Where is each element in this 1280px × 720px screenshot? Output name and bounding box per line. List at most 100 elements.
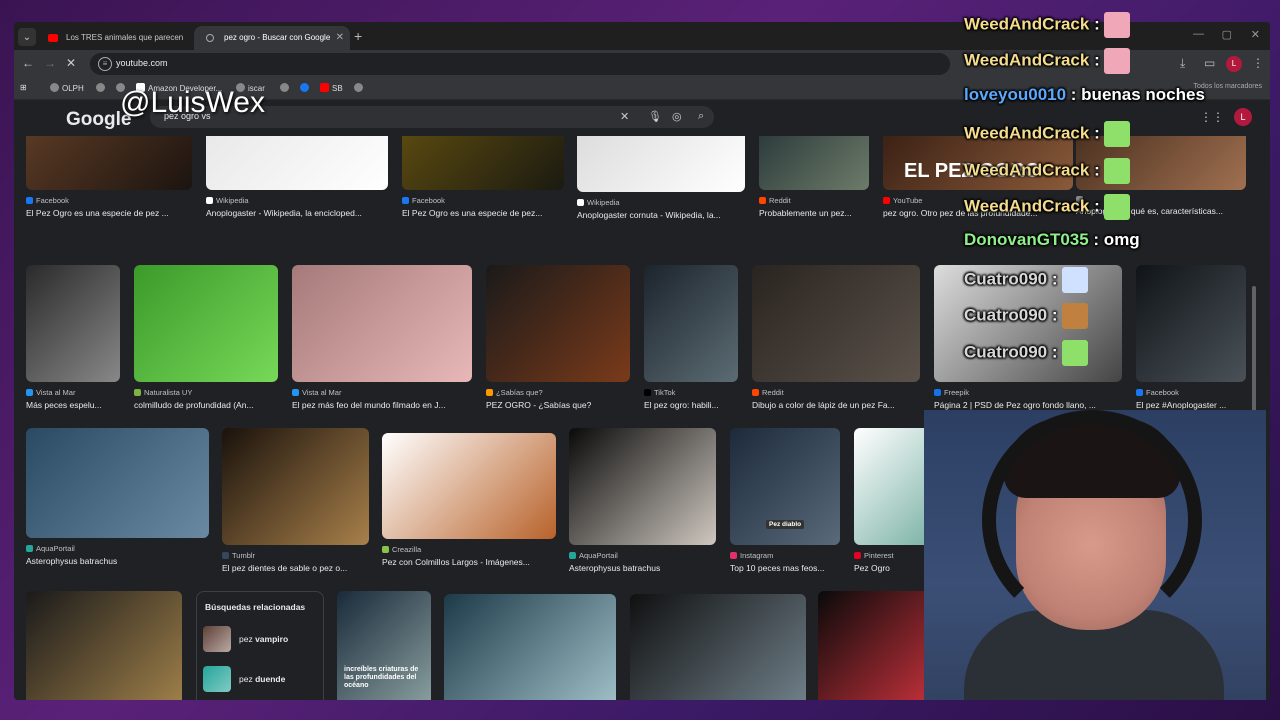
result-title[interactable]: Dibujo a color de lápiz de un pez Fa... xyxy=(752,400,920,410)
result-thumbnail[interactable] xyxy=(630,594,806,700)
image-result-card[interactable]: Freepik xyxy=(818,591,928,700)
result-title[interactable]: Top 10 peces mas feos... xyxy=(730,563,840,573)
image-result-card[interactable]: Instagram Top 10 peces mas feos... xyxy=(730,428,840,573)
result-thumbnail[interactable] xyxy=(26,428,209,538)
image-result-card[interactable]: Wikipedia Anoplogaster cornuta - Wikipedi… xyxy=(577,136,745,220)
result-thumbnail[interactable] xyxy=(759,136,869,190)
result-source[interactable]: Freepik xyxy=(934,388,1122,397)
result-source[interactable]: Reddit xyxy=(759,196,869,205)
result-title[interactable]: El pez ogro: habili... xyxy=(644,400,738,410)
result-thumbnail[interactable] xyxy=(26,265,120,382)
image-result-card[interactable]: Naturalista UY colmilludo de profundidad … xyxy=(134,265,278,410)
result-title[interactable]: El pez dientes de sable o pez o... xyxy=(222,563,369,573)
result-source[interactable]: Naturalista UY xyxy=(134,388,278,397)
result-source[interactable]: Tumblr xyxy=(222,551,369,560)
bookmark-facebook[interactable] xyxy=(300,83,312,93)
image-result-card[interactable]: Tumblr El pez dientes de sable o pez o... xyxy=(222,428,369,573)
result-title[interactable]: Asterophysus batrachus xyxy=(26,556,209,566)
bookmark-sb[interactable]: SB xyxy=(320,83,343,93)
image-result-card[interactable]: Facebook El Pez Ogro es una especie de pe… xyxy=(402,136,564,218)
result-source[interactable]: AquaPortail xyxy=(26,544,209,553)
search-icon[interactable]: ⌕ xyxy=(698,110,704,123)
result-title[interactable]: El Pez Ogro es una especie de pez ... xyxy=(26,208,192,218)
result-title[interactable]: Pez con Colmillos Largos - Imágenes... xyxy=(382,557,556,567)
result-source[interactable]: Creazilla xyxy=(382,545,556,554)
related-item-vampiro[interactable]: pez vampiro xyxy=(201,622,319,656)
result-thumbnail[interactable] xyxy=(26,136,192,190)
tab-youtube[interactable]: Los TRES animales que parecen ✕ xyxy=(36,26,212,50)
image-result-card[interactable]: LA NATURALEZA EN CASA xyxy=(26,591,182,700)
tab-google-search[interactable]: pez ogro - Buscar con Google ✕ xyxy=(194,26,350,50)
sidepanel-icon[interactable]: ▭ xyxy=(1204,56,1215,70)
menu-icon[interactable]: ⋮ xyxy=(1252,56,1264,70)
result-title[interactable]: PEZ OGRO - ¿Sabías que? xyxy=(486,400,630,410)
result-source[interactable]: Facebook xyxy=(26,196,192,205)
related-item-duende[interactable]: pez duende xyxy=(201,662,319,696)
lens-icon[interactable]: ◎ xyxy=(672,110,682,123)
image-result-card[interactable]: YouTube xyxy=(630,594,806,700)
image-result-card[interactable]: Cerebro Digital xyxy=(444,594,616,700)
result-title[interactable]: Anoplogaster cornuta - Wikipedia, la... xyxy=(577,210,745,220)
result-thumbnail[interactable] xyxy=(292,265,472,382)
result-thumbnail[interactable] xyxy=(577,136,745,192)
apps-icon[interactable]: ⊞ xyxy=(20,83,27,92)
result-source[interactable]: TikTok xyxy=(644,388,738,397)
result-thumbnail[interactable] xyxy=(752,265,920,382)
result-thumbnail[interactable] xyxy=(569,428,716,545)
stop-button[interactable]: ✕ xyxy=(66,56,76,70)
tab-search-button[interactable]: ⌄ xyxy=(18,28,36,46)
result-title[interactable]: Página 2 | PSD de Pez ogro fondo llano, … xyxy=(934,400,1122,410)
result-thumbnail[interactable] xyxy=(644,265,738,382)
clear-icon[interactable]: ✕ xyxy=(620,110,629,123)
new-tab-button[interactable]: + xyxy=(354,28,362,44)
close-window-button[interactable]: ✕ xyxy=(1251,28,1260,41)
image-result-card[interactable]: TikTok El pez ogro: habili... xyxy=(644,265,738,410)
profile-avatar[interactable]: L xyxy=(1226,56,1242,72)
result-thumbnail[interactable] xyxy=(206,136,388,190)
result-source[interactable]: Reddit xyxy=(752,388,920,397)
google-avatar[interactable]: L xyxy=(1234,108,1252,126)
minimize-button[interactable]: — xyxy=(1193,28,1204,40)
forward-button[interactable]: → xyxy=(44,56,56,70)
result-thumbnail[interactable] xyxy=(134,265,278,382)
result-source[interactable]: ¿Sabías que? xyxy=(486,388,630,397)
microphone-icon[interactable]: 🎙 xyxy=(648,110,662,123)
result-source[interactable]: Wikipedia xyxy=(206,196,388,205)
result-thumbnail[interactable] xyxy=(444,594,616,700)
result-thumbnail[interactable] xyxy=(486,265,630,382)
result-thumbnail[interactable] xyxy=(402,136,564,190)
result-title[interactable]: Más peces espelu... xyxy=(26,400,120,410)
result-title[interactable]: Asterophysus batrachus xyxy=(569,563,716,573)
image-result-card[interactable]: AquaPortail Asterophysus batrachus xyxy=(569,428,716,573)
address-bar[interactable]: ≡ youtube.com xyxy=(90,53,950,75)
result-title[interactable]: Anoplogaster - Wikipedia, la encicloped.… xyxy=(206,208,388,218)
download-icon[interactable]: ⤓ xyxy=(1180,56,1185,71)
result-thumbnail[interactable] xyxy=(382,433,556,539)
image-result-card[interactable]: Reddit Dibujo a color de lápiz de un pez … xyxy=(752,265,920,410)
result-source[interactable]: Wikipedia xyxy=(577,198,745,207)
result-thumbnail[interactable] xyxy=(1136,265,1246,382)
image-result-card[interactable]: Facebook El pez #Anoplogaster ... xyxy=(1136,265,1246,410)
result-source[interactable]: Facebook xyxy=(402,196,564,205)
result-title[interactable]: El pez más feo del mundo filmado en J... xyxy=(292,400,472,410)
result-source[interactable]: Instagram xyxy=(730,551,840,560)
image-result-card[interactable]: Vista al Mar El pez más feo del mundo fil… xyxy=(292,265,472,410)
result-source[interactable]: Vista al Mar xyxy=(26,388,120,397)
image-result-card[interactable]: Vista al Mar Más peces espelu... xyxy=(26,265,120,410)
result-source[interactable]: Vista al Mar xyxy=(292,388,472,397)
image-result-card[interactable]: Facebook El Pez Ogro es una especie de pe… xyxy=(26,136,192,218)
maximize-button[interactable]: ▢ xyxy=(1222,28,1232,41)
close-icon[interactable]: ✕ xyxy=(336,26,344,50)
result-title[interactable]: El pez #Anoplogaster ... xyxy=(1136,400,1246,410)
bookmark-globe-4[interactable] xyxy=(354,83,366,93)
result-thumbnail[interactable] xyxy=(818,591,928,700)
result-thumbnail[interactable] xyxy=(222,428,369,545)
result-source[interactable]: Facebook xyxy=(1136,388,1246,397)
result-thumbnail[interactable] xyxy=(26,591,182,700)
image-result-card[interactable]: AquaPortail Asterophysus batrachus xyxy=(26,428,209,566)
image-result-card[interactable]: ¿Sabías que? PEZ OGRO - ¿Sabías que? xyxy=(486,265,630,410)
bookmark-olph[interactable]: OLPH xyxy=(50,83,84,93)
image-result-card[interactable]: Wikipedia Anoplogaster - Wikipedia, la en… xyxy=(206,136,388,218)
result-source[interactable]: AquaPortail xyxy=(569,551,716,560)
site-info-icon[interactable]: ≡ xyxy=(98,57,112,71)
